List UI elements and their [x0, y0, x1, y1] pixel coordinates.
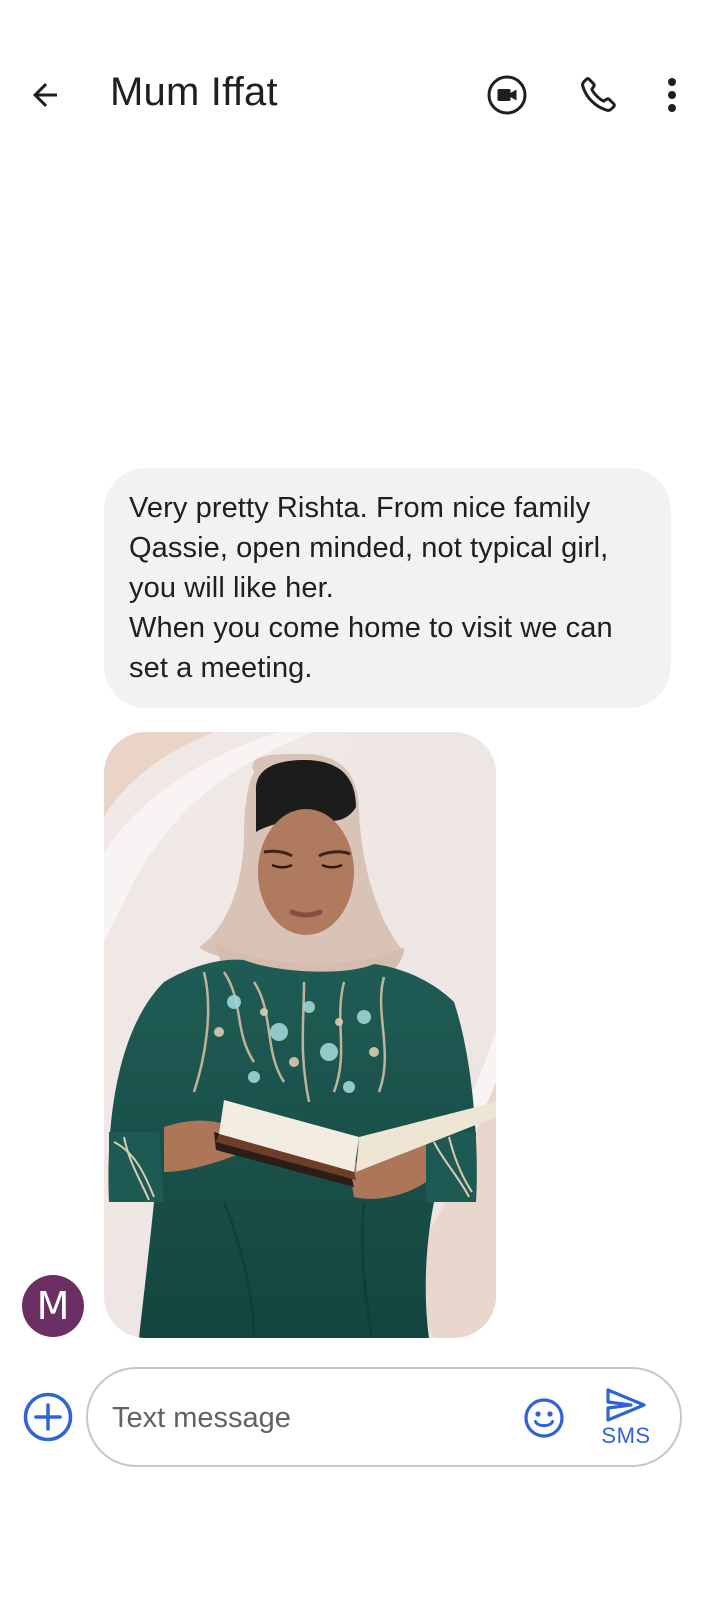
emoji-icon	[524, 1398, 564, 1438]
attach-button[interactable]	[22, 1391, 74, 1443]
sender-avatar[interactable]: M	[22, 1275, 84, 1337]
text-message-input[interactable]	[112, 1395, 502, 1441]
back-arrow-icon	[33, 83, 57, 107]
send-icon	[606, 1388, 646, 1422]
back-button[interactable]	[22, 72, 68, 118]
photo-woman-reading	[104, 732, 496, 1338]
message-bubble[interactable]: Very pretty Rishta. From nice family Qas…	[104, 468, 671, 708]
emoji-button[interactable]	[522, 1396, 566, 1440]
message-image[interactable]	[104, 732, 496, 1338]
compose-bar: SMS	[86, 1367, 682, 1467]
video-call-button[interactable]	[484, 72, 530, 118]
send-sms-button[interactable]: SMS	[594, 1387, 658, 1451]
add-circle-icon	[23, 1392, 73, 1442]
more-vert-icon	[668, 78, 676, 112]
top-app-bar: Mum Iffat	[0, 48, 720, 140]
phone-icon	[581, 77, 616, 112]
contact-name[interactable]: Mum Iffat	[110, 70, 278, 115]
send-sms-label: SMS	[601, 1423, 651, 1448]
more-options-button[interactable]	[654, 72, 690, 118]
message-text: Very pretty Rishta. From nice family Qas…	[129, 492, 613, 684]
messages-screen: Mum Iffat Very pretty Rishta. From nice …	[0, 0, 720, 1600]
video-call-icon	[487, 75, 527, 115]
phone-call-button[interactable]	[575, 72, 621, 118]
